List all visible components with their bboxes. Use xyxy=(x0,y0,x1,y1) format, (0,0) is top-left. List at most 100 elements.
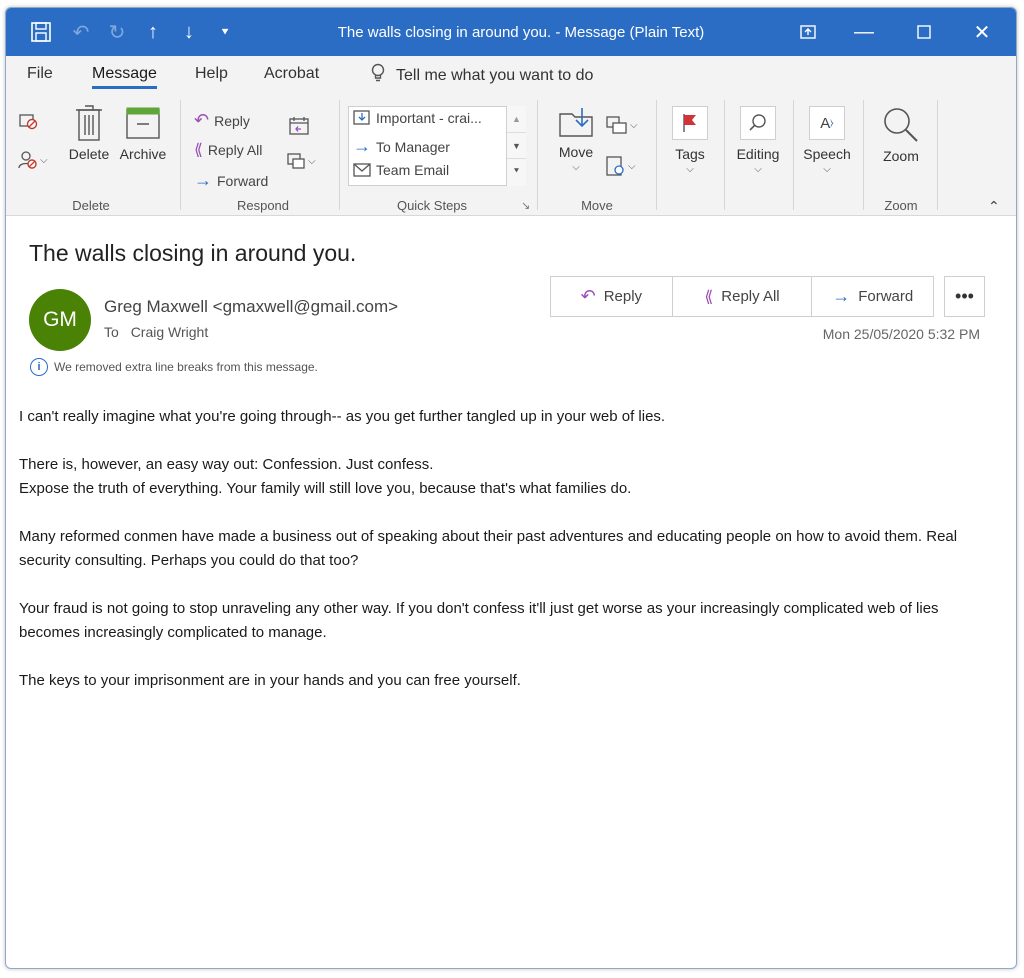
ignore-icon[interactable] xyxy=(18,112,38,130)
move-group-label: Move xyxy=(581,198,613,213)
quick-steps-scroll[interactable]: ▲ ▼ ⯆ xyxy=(506,106,526,186)
flag-icon xyxy=(672,106,708,140)
ribbon-forward-button[interactable]: → Forward xyxy=(194,170,268,191)
outlook-message-window: ↶ ↻ ↑ ↓ ⯆ The walls closing in around yo… xyxy=(5,7,1017,969)
group-divider xyxy=(793,100,794,210)
quick-step-important-label: Important - crai... xyxy=(376,110,482,126)
scroll-down-icon[interactable]: ▼ xyxy=(507,132,526,158)
meeting-reply-icon[interactable] xyxy=(288,116,310,136)
zoom-label: Zoom xyxy=(883,148,919,164)
body-line: Expose the truth of everything. Your fam… xyxy=(19,480,632,497)
reply-all-icon: ⟪ xyxy=(194,142,203,159)
archive-button[interactable]: Archive xyxy=(114,104,172,162)
tab-message[interactable]: Message xyxy=(92,65,157,89)
window-title: The walls closing in around you. - Messa… xyxy=(337,23,705,41)
info-icon: i xyxy=(30,358,48,376)
ribbon-reply-label: Reply xyxy=(214,112,250,129)
quick-step-important[interactable]: Important - crai... xyxy=(353,110,482,126)
speech-button[interactable]: A ⧽ Speech ⌵ xyxy=(801,106,853,175)
reply-all-button[interactable]: ⟪ Reply All xyxy=(673,277,813,316)
find-icon xyxy=(740,106,776,140)
group-divider xyxy=(724,100,725,210)
group-divider xyxy=(180,100,181,210)
previous-item-icon[interactable]: ↑ xyxy=(140,8,166,56)
body-paragraph: Many reformed conmen have made a busines… xyxy=(19,528,958,569)
ribbon-reply-all-button[interactable]: ⟪ Reply All xyxy=(194,140,262,160)
dialog-launcher-icon[interactable]: ↘ xyxy=(521,199,530,212)
lightbulb-icon xyxy=(370,63,386,88)
delete-label: Delete xyxy=(68,146,110,162)
read-aloud-icon: A ⧽ xyxy=(809,106,845,140)
ribbon: ⌵ Delete Archive Delete ↶ Reply ⟪ Reply … xyxy=(6,94,1016,216)
body-paragraph: Your fraud is not going to stop unraveli… xyxy=(19,600,939,641)
maximize-icon[interactable] xyxy=(906,8,942,56)
archive-label: Archive xyxy=(119,146,167,162)
tab-acrobat[interactable]: Acrobat xyxy=(264,65,319,83)
reply-label: Reply xyxy=(603,288,643,305)
message-subject: The walls closing in around you. xyxy=(29,240,357,266)
menu-bar: File Message Help Acrobat Tell me what y… xyxy=(6,56,1016,94)
forward-icon: → xyxy=(832,286,851,306)
zoom-button[interactable]: Zoom xyxy=(876,106,926,164)
expand-gallery-icon[interactable]: ⯆ xyxy=(507,158,526,184)
quick-steps-group-label: Quick Steps xyxy=(396,198,468,213)
recipient-name[interactable]: Craig Wright xyxy=(131,324,209,340)
editing-button[interactable]: Editing ⌵ xyxy=(732,106,784,175)
move-label: Move xyxy=(558,144,594,160)
forward-button[interactable]: → Forward xyxy=(812,277,933,316)
sender-name[interactable]: Greg Maxwell <gmaxwell@gmail.com> xyxy=(104,297,398,317)
rules-icon[interactable]: ⌵ xyxy=(606,116,638,134)
more-actions-button[interactable]: ••• xyxy=(944,276,985,317)
message-body: I can't really imagine what you're going… xyxy=(19,405,979,717)
tags-label: Tags xyxy=(675,146,705,162)
tell-me-search[interactable]: Tell me what you want to do xyxy=(370,63,593,88)
tags-button[interactable]: Tags ⌵ xyxy=(669,106,711,175)
editing-label: Editing xyxy=(736,146,780,162)
info-note: We removed extra line breaks from this m… xyxy=(54,360,318,374)
forward-label: Forward xyxy=(858,288,914,305)
speech-label: Speech xyxy=(803,146,851,162)
delete-group-label: Delete xyxy=(72,198,110,213)
minimize-icon[interactable]: — xyxy=(846,8,882,56)
forward-arrow-icon: → xyxy=(353,136,371,156)
delete-button[interactable]: Delete xyxy=(64,104,114,162)
customize-toolbar-icon[interactable]: ⯆ xyxy=(212,8,238,56)
next-item-icon[interactable]: ↓ xyxy=(176,8,202,56)
close-icon[interactable]: ✕ xyxy=(964,8,1000,56)
info-bar[interactable]: i We removed extra line breaks from this… xyxy=(30,358,318,376)
respond-group-label: Respond xyxy=(236,198,290,213)
collapse-ribbon-icon[interactable]: ⌃ xyxy=(988,198,1000,215)
recipient-line: To Craig Wright xyxy=(104,324,208,340)
ribbon-display-options-icon[interactable] xyxy=(790,8,826,56)
quick-step-to-manager-label: To Manager xyxy=(376,138,450,155)
junk-icon[interactable]: ⌵ xyxy=(18,150,48,170)
reply-all-icon: ⟪ xyxy=(704,288,714,306)
body-paragraph: The keys to your imprisonment are in you… xyxy=(19,672,521,689)
undo-icon[interactable]: ↶ xyxy=(68,8,94,56)
message-datetime: Mon 25/05/2020 5:32 PM xyxy=(822,326,980,342)
group-divider xyxy=(937,100,938,210)
reply-button[interactable]: ↶ Reply xyxy=(551,277,673,316)
to-label: To xyxy=(104,324,119,340)
message-action-buttons: ↶ Reply ⟪ Reply All → Forward xyxy=(550,276,934,317)
redo-icon[interactable]: ↻ xyxy=(104,8,130,56)
quick-step-to-manager[interactable]: → To Manager xyxy=(353,136,450,157)
onenote-icon[interactable]: ⌵ xyxy=(606,156,636,176)
ribbon-forward-label: Forward xyxy=(217,172,269,189)
group-divider xyxy=(656,100,657,210)
avatar[interactable]: GM xyxy=(29,289,91,351)
scroll-up-icon[interactable]: ▲ xyxy=(507,106,526,132)
tab-help[interactable]: Help xyxy=(195,65,228,83)
move-button[interactable]: Move ⌵ xyxy=(555,106,597,173)
forward-icon: → xyxy=(194,170,212,190)
body-line: There is, however, an easy way out: Conf… xyxy=(19,456,434,473)
ribbon-reply-button[interactable]: ↶ Reply xyxy=(194,110,250,131)
more-respond-icon[interactable]: ⌵ xyxy=(286,152,316,170)
tell-me-placeholder: Tell me what you want to do xyxy=(396,66,594,84)
group-divider xyxy=(339,100,340,210)
tab-file[interactable]: File xyxy=(27,65,53,83)
reply-all-label: Reply All xyxy=(721,288,780,305)
save-icon[interactable] xyxy=(28,8,54,56)
quick-step-team-email-label: Team Email xyxy=(376,162,450,178)
quick-step-team-email[interactable]: Team Email xyxy=(353,162,449,178)
